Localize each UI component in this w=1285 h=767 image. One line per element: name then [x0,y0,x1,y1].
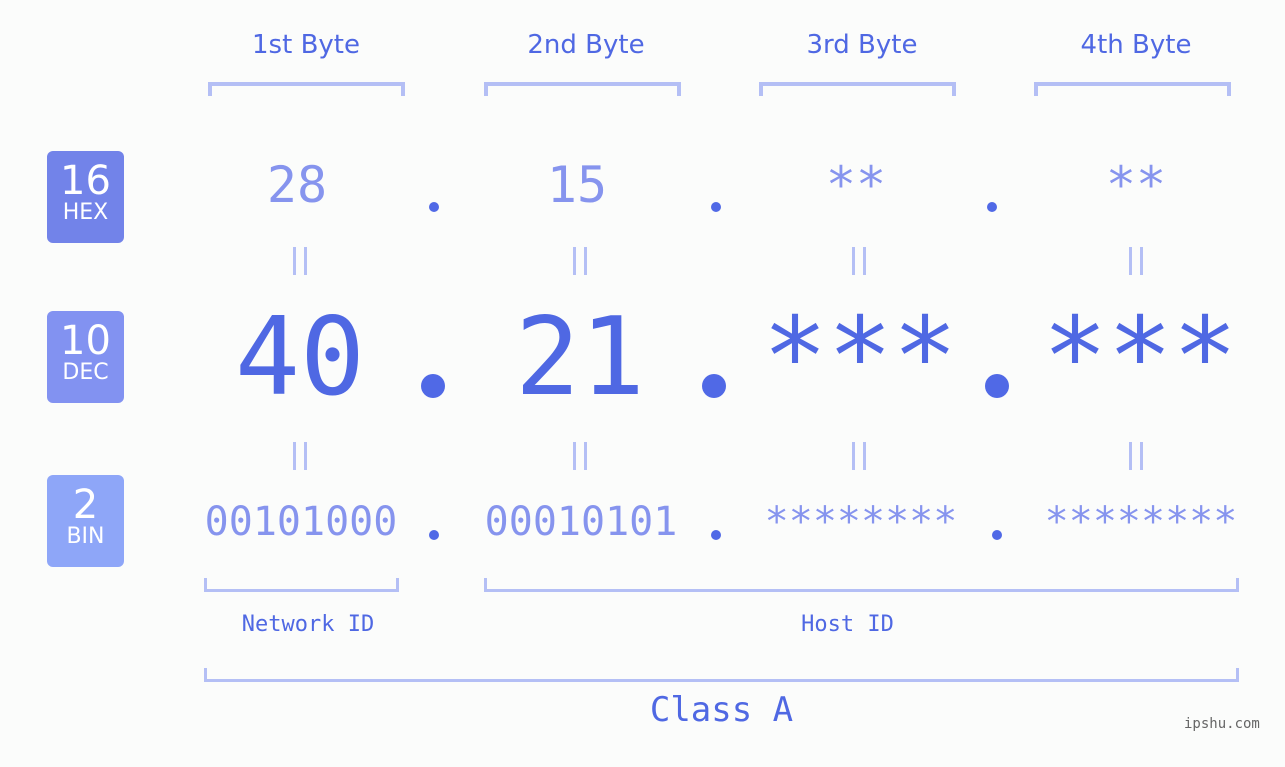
dec-byte-4: *** [1042,295,1238,420]
bin-byte-1: 00101000 [204,499,398,545]
equals-marker [1129,442,1143,470]
equals-marker [1129,247,1143,275]
dec-byte-2: 21 [514,295,646,420]
dec-separator-dot [985,374,1009,398]
equals-marker [573,247,587,275]
dec-badge-label: DEC [62,360,109,385]
class-bracket [204,668,1239,682]
hex-badge-number: 16 [60,158,111,204]
watermark: ipshu.com [1184,716,1260,732]
host-id-label: Host ID [801,612,894,637]
host-id-bracket [484,578,1239,592]
hex-separator-dot [429,202,439,212]
dec-separator-dot [421,374,445,398]
dec-byte-1: 40 [234,295,366,420]
bin-byte-4: ******** [1044,499,1238,545]
hex-badge: 16 HEX [47,151,124,243]
hex-byte-3: ** [825,156,887,214]
byte-header-4: 4th Byte [1080,30,1192,60]
bin-badge: 2 BIN [47,475,124,567]
dec-badge: 10 DEC [47,311,124,403]
hex-byte-1: 28 [266,156,328,214]
bin-badge-label: BIN [66,524,105,549]
bin-byte-2: 00010101 [484,499,678,545]
equals-marker [293,247,307,275]
equals-marker [852,247,866,275]
bin-separator-dot [429,530,439,540]
class-label: Class A [649,690,794,730]
byte-bracket-1 [208,82,405,96]
byte-header-3: 3rd Byte [806,30,918,60]
bin-separator-dot [711,530,721,540]
equals-marker [852,442,866,470]
network-id-bracket [204,578,399,592]
hex-byte-4: ** [1105,156,1167,214]
network-id-label: Network ID [241,612,375,637]
hex-separator-dot [711,202,721,212]
bin-badge-number: 2 [72,482,99,528]
bin-byte-3: ******** [764,499,958,545]
byte-header-2: 2nd Byte [527,30,645,60]
equals-marker [573,442,587,470]
equals-marker [293,442,307,470]
hex-separator-dot [987,202,997,212]
bin-separator-dot [992,530,1002,540]
byte-bracket-4 [1034,82,1231,96]
dec-badge-number: 10 [60,318,111,364]
dec-byte-3: *** [762,295,958,420]
dec-separator-dot [702,374,726,398]
byte-header-1: 1st Byte [252,30,360,60]
byte-bracket-3 [759,82,956,96]
hex-byte-2: 15 [546,156,608,214]
hex-badge-label: HEX [62,200,109,225]
byte-bracket-2 [484,82,681,96]
